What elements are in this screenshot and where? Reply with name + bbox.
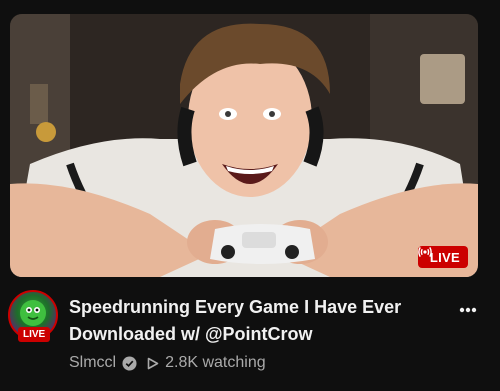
video-title-line-2: Downloaded w/ @PointCrow (69, 324, 313, 344)
live-badge: LIVE (417, 246, 468, 268)
video-title-line-1: Speedrunning Every Game I Have Ever (69, 297, 402, 317)
video-title[interactable]: Speedrunning Every Game I Have Ever Down… (69, 294, 439, 348)
live-badge-label: LIVE (429, 249, 460, 265)
video-details: Speedrunning Every Game I Have Ever Down… (69, 294, 439, 372)
channel-avatar[interactable]: LIVE (8, 290, 58, 342)
thumbnail-image (10, 14, 478, 277)
verified-check-icon (122, 355, 137, 371)
play-outline-icon (147, 357, 159, 370)
avatar-live-badge: LIVE (18, 327, 51, 342)
viewer-count: 2.8K watching (165, 354, 266, 371)
video-subline: Slmccl 2.8K watching (69, 354, 439, 372)
more-vert-icon[interactable] (456, 298, 480, 322)
video-thumbnail[interactable]: LIVE (10, 14, 478, 277)
channel-name[interactable]: Slmccl (69, 354, 116, 372)
video-card[interactable]: LIVE LIVE Speedrunning Every Game I Have… (0, 0, 500, 391)
